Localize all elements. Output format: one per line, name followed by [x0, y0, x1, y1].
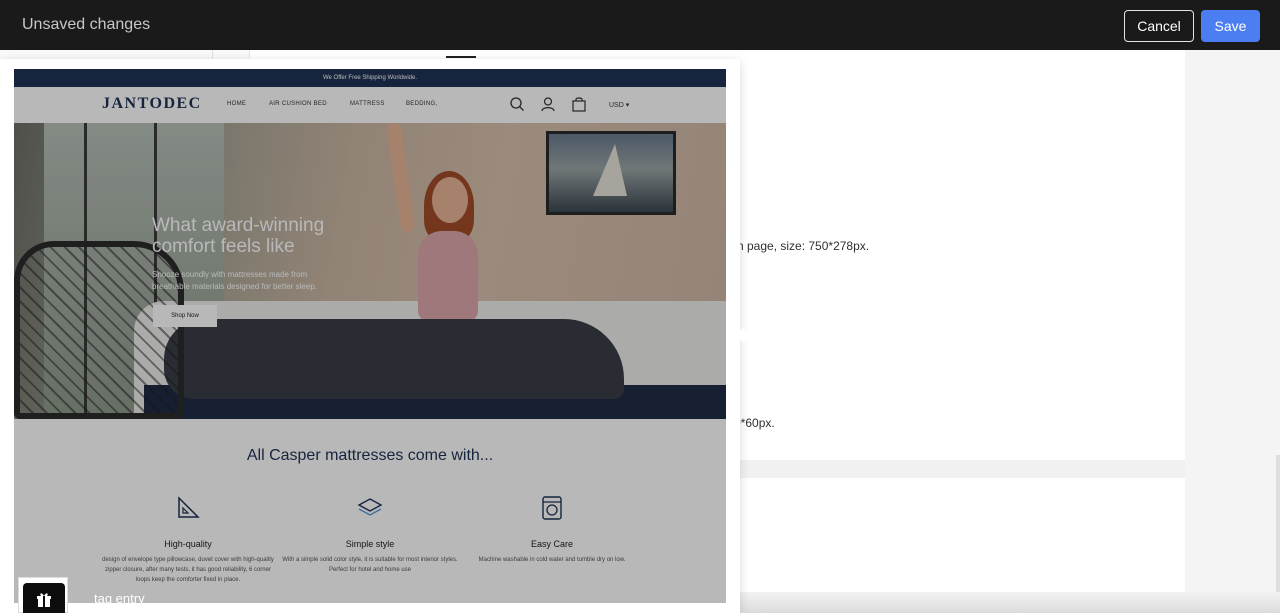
- gift-widget-body: [23, 583, 65, 613]
- gift-icon: [37, 593, 51, 607]
- scrollbar[interactable]: [1276, 455, 1280, 613]
- size-note-banner: n page, size: 750*278px.: [737, 239, 870, 253]
- preview-overlay: [14, 69, 726, 603]
- active-tab-indicator: [446, 56, 476, 58]
- save-button[interactable]: Save: [1201, 10, 1260, 42]
- bottom-shadow: [740, 592, 1280, 613]
- tag-entry-label: tag entry: [94, 591, 145, 606]
- gift-widget-button[interactable]: [18, 577, 68, 613]
- editor-gutter: [1185, 50, 1280, 613]
- cancel-button[interactable]: Cancel: [1124, 10, 1194, 42]
- top-bar: Unsaved changes Cancel Save: [0, 0, 1280, 50]
- unsaved-changes-title: Unsaved changes: [22, 16, 151, 33]
- size-note-icon: 0*60px.: [734, 416, 775, 430]
